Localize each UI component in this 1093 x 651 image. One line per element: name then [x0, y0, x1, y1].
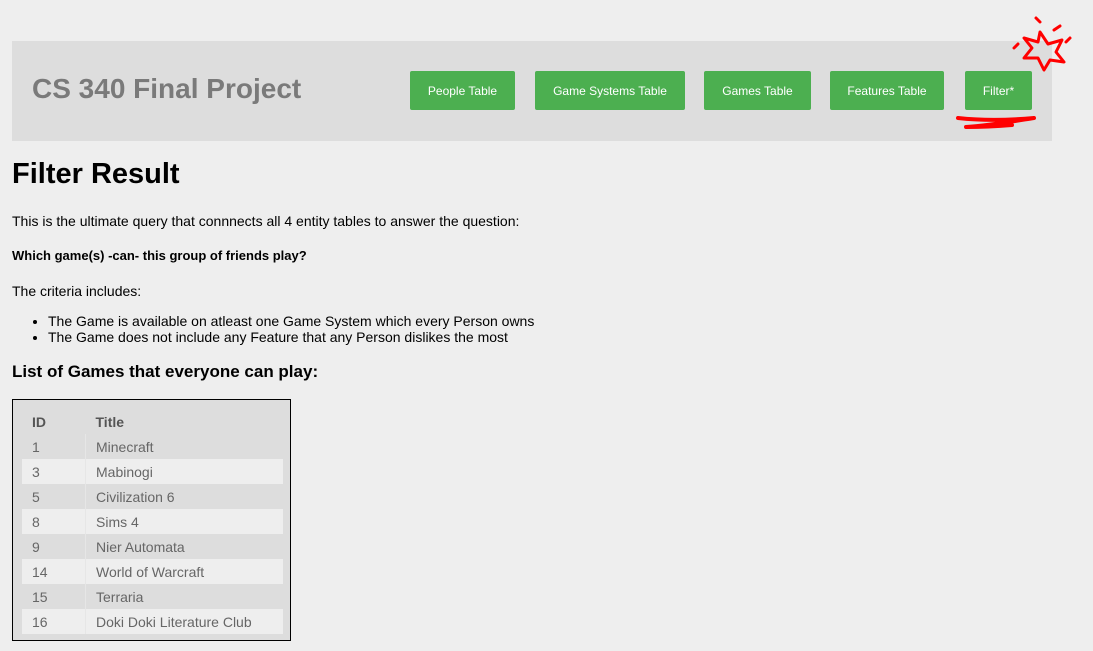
table-row: 15 Terraria — [22, 584, 283, 609]
column-header-id: ID — [32, 413, 46, 430]
table-header-row: ID Title — [22, 409, 283, 434]
table-row: 9 Nier Automata — [22, 534, 283, 559]
cell-id: 16 — [22, 609, 86, 634]
cell-title: Terraria — [96, 588, 144, 605]
page-title: Filter Result — [12, 158, 180, 190]
cell-title: Mabinogi — [85, 459, 283, 484]
games-table: ID Title 1 Minecraft 3 Mabinogi 5 Civili… — [22, 409, 283, 634]
nav-people-table-button[interactable]: People Table — [410, 71, 515, 110]
cell-title: Minecraft — [96, 438, 154, 455]
cell-title: Doki Doki Literature Club — [85, 609, 283, 634]
nav-features-table-button[interactable]: Features Table — [830, 71, 944, 110]
table-row: 8 Sims 4 — [22, 509, 283, 534]
nav-filter-button[interactable]: Filter* — [965, 71, 1032, 110]
cell-id: 14 — [22, 559, 86, 584]
criteria-list: The Game is available on atleast one Gam… — [12, 313, 534, 345]
table-row: 5 Civilization 6 — [22, 484, 283, 509]
cell-title: World of Warcraft — [85, 559, 283, 584]
cell-id: 1 — [22, 434, 86, 459]
site-header: CS 340 Final Project People Table Game S… — [12, 41, 1052, 141]
criteria-item: The Game does not include any Feature th… — [48, 329, 534, 345]
sparkle-line-icon — [1064, 36, 1072, 44]
criteria-item: The Game is available on atleast one Gam… — [48, 313, 534, 329]
cell-id: 3 — [22, 459, 86, 484]
table-row: 14 World of Warcraft — [22, 559, 283, 584]
question-text: Which game(s) -can- this group of friend… — [12, 248, 307, 263]
site-title: CS 340 Final Project — [32, 73, 302, 104]
cell-id: 5 — [22, 484, 86, 509]
sparkle-line-icon — [1034, 16, 1042, 24]
cell-id: 15 — [22, 584, 86, 609]
table-row: 3 Mabinogi — [22, 459, 283, 484]
games-list-heading: List of Games that everyone can play: — [12, 362, 319, 381]
games-table-container: ID Title 1 Minecraft 3 Mabinogi 5 Civili… — [12, 399, 291, 641]
criteria-label: The criteria includes: — [12, 283, 142, 299]
intro-text: This is the ultimate query that connnect… — [12, 213, 520, 229]
cell-id: 8 — [22, 509, 86, 534]
cell-title: Nier Automata — [96, 538, 185, 555]
cell-id: 9 — [22, 534, 86, 559]
nav-games-table-button[interactable]: Games Table — [704, 71, 811, 110]
cell-title: Civilization 6 — [96, 488, 175, 505]
table-row: 16 Doki Doki Literature Club — [22, 609, 283, 634]
sparkle-line-icon — [1052, 24, 1062, 32]
cell-title: Sims 4 — [85, 509, 283, 534]
table-row: 1 Minecraft — [22, 434, 283, 459]
nav-game-systems-table-button[interactable]: Game Systems Table — [535, 71, 685, 110]
column-header-title: Title — [95, 413, 125, 430]
